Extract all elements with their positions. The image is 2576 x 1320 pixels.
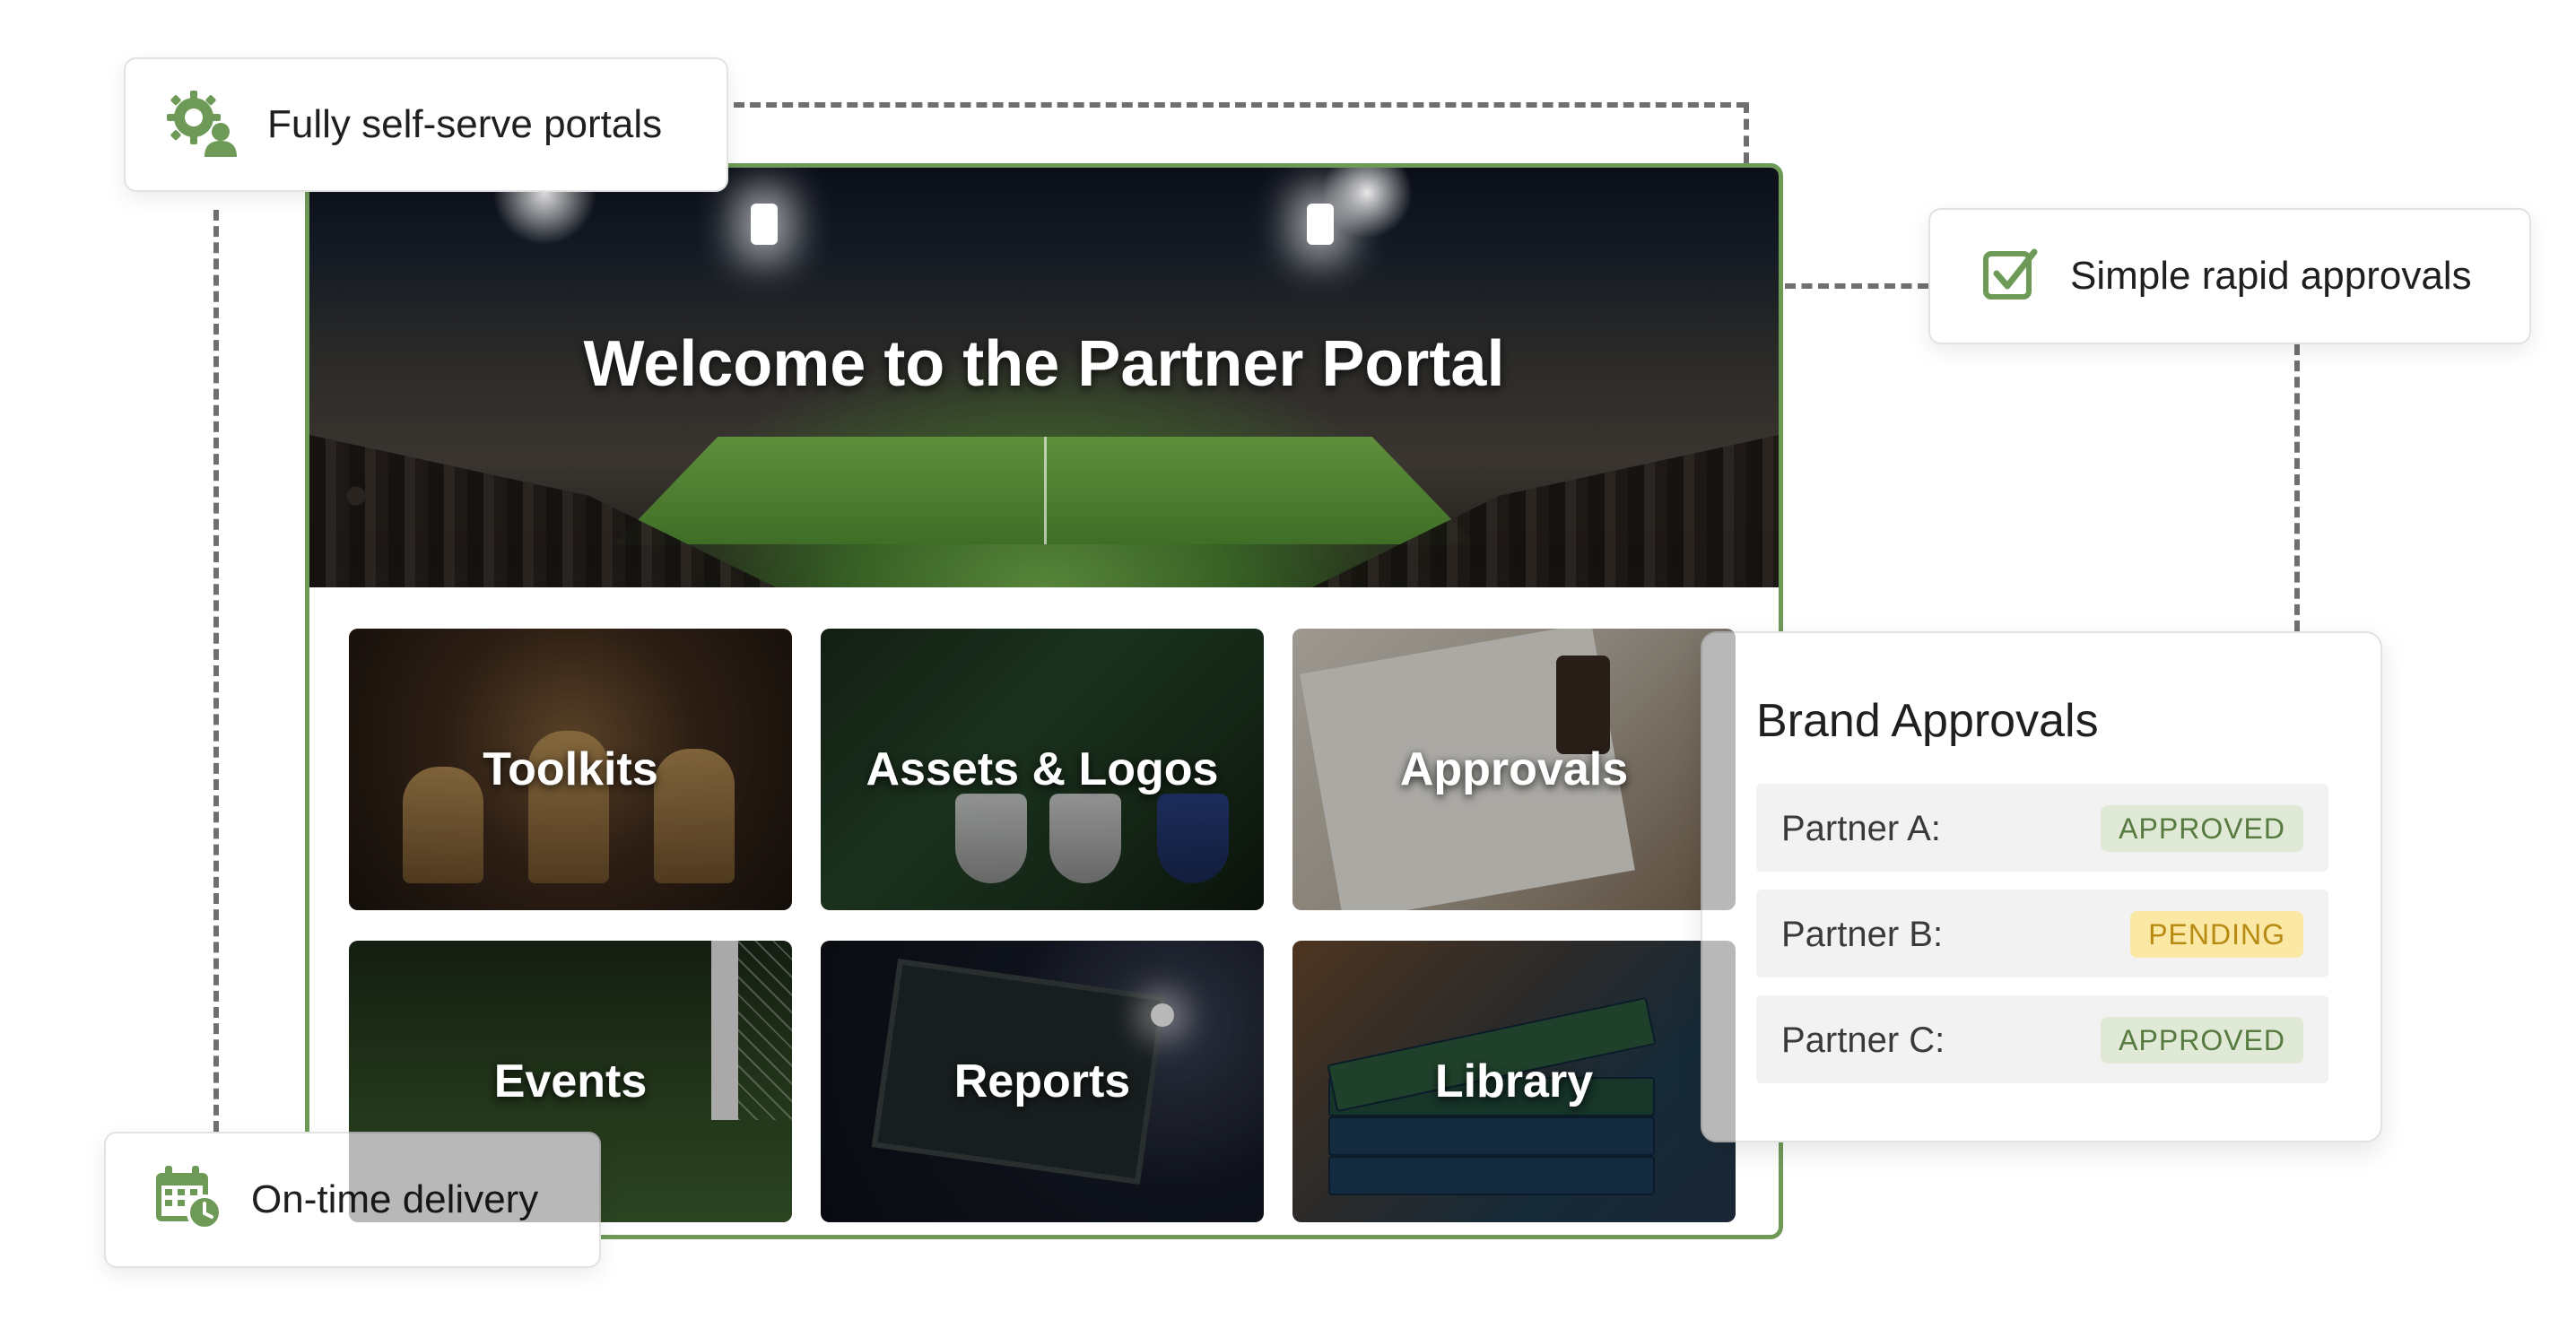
status-badge-pending: PENDING <box>2130 911 2303 958</box>
tile-assets-logos[interactable]: Assets & Logos <box>821 629 1264 910</box>
brand-approvals-panel: Brand Approvals Partner A: APPROVED Part… <box>1701 631 2382 1142</box>
book-image <box>1328 1156 1655 1195</box>
stamp-image <box>1556 656 1610 754</box>
crest-image <box>955 794 1027 883</box>
connector-approvals-drop <box>2294 344 2300 631</box>
tile-events[interactable]: Events <box>349 941 792 1222</box>
tile-label: Assets & Logos <box>866 743 1219 795</box>
partner-name: Partner B: <box>1781 915 1944 954</box>
connector-left <box>213 210 219 1132</box>
checkbox-icon <box>1982 247 2038 307</box>
callout-rapid-approvals: Simple rapid approvals <box>1928 208 2531 344</box>
trophy-image <box>654 749 735 883</box>
approval-row-partner-c[interactable]: Partner C: APPROVED <box>1756 995 2328 1083</box>
partner-name: Partner A: <box>1781 809 1941 848</box>
hero-title: Welcome to the Partner Portal <box>583 328 1505 400</box>
panel-title: Brand Approvals <box>1756 695 2099 747</box>
tile-reports[interactable]: Reports <box>821 941 1264 1222</box>
tile-library[interactable]: Library <box>1292 941 1736 1222</box>
tile-approvals[interactable]: Approvals <box>1292 629 1736 910</box>
stadium-light <box>1307 204 1334 245</box>
trophy-image <box>403 767 483 883</box>
status-badge-approved: APPROVED <box>2101 805 2303 852</box>
pitch-halfway-line <box>1044 437 1047 544</box>
connector-top-right-drop <box>1744 102 1749 163</box>
tile-label: Reports <box>953 1055 1131 1107</box>
tile-label: Events <box>493 1055 648 1107</box>
goal-post-image <box>711 941 738 1120</box>
crest-image <box>1049 794 1121 883</box>
callout-label: Simple rapid approvals <box>2070 254 2472 298</box>
partner-portal-window: Welcome to the Partner Portal Toolkits A… <box>305 163 1783 1239</box>
partner-name: Partner C: <box>1781 1020 1945 1060</box>
stadium-light <box>751 204 778 245</box>
connector-top <box>718 102 1747 108</box>
tile-label: Approvals <box>1399 743 1629 795</box>
book-image <box>1328 1116 1655 1156</box>
gear-user-icon <box>165 89 240 161</box>
hero-banner: Welcome to the Partner Portal <box>309 168 1779 587</box>
calendar-clock-icon <box>152 1164 224 1237</box>
status-badge-approved: APPROVED <box>2101 1017 2303 1064</box>
callout-self-serve: Fully self-serve portals <box>124 57 728 192</box>
approval-row-partner-b[interactable]: Partner B: PENDING <box>1756 890 2328 977</box>
callout-label: Fully self-serve portals <box>267 102 663 146</box>
tile-label: Toolkits <box>483 743 658 795</box>
floodlight-image <box>1151 1003 1174 1027</box>
goal-net-image <box>738 941 792 1120</box>
connector-approvals-link <box>1785 283 1928 289</box>
tile-toolkits[interactable]: Toolkits <box>349 629 792 910</box>
tile-label: Library <box>1434 1055 1594 1107</box>
crest-image <box>1157 794 1229 883</box>
approval-row-partner-a[interactable]: Partner A: APPROVED <box>1756 784 2328 872</box>
